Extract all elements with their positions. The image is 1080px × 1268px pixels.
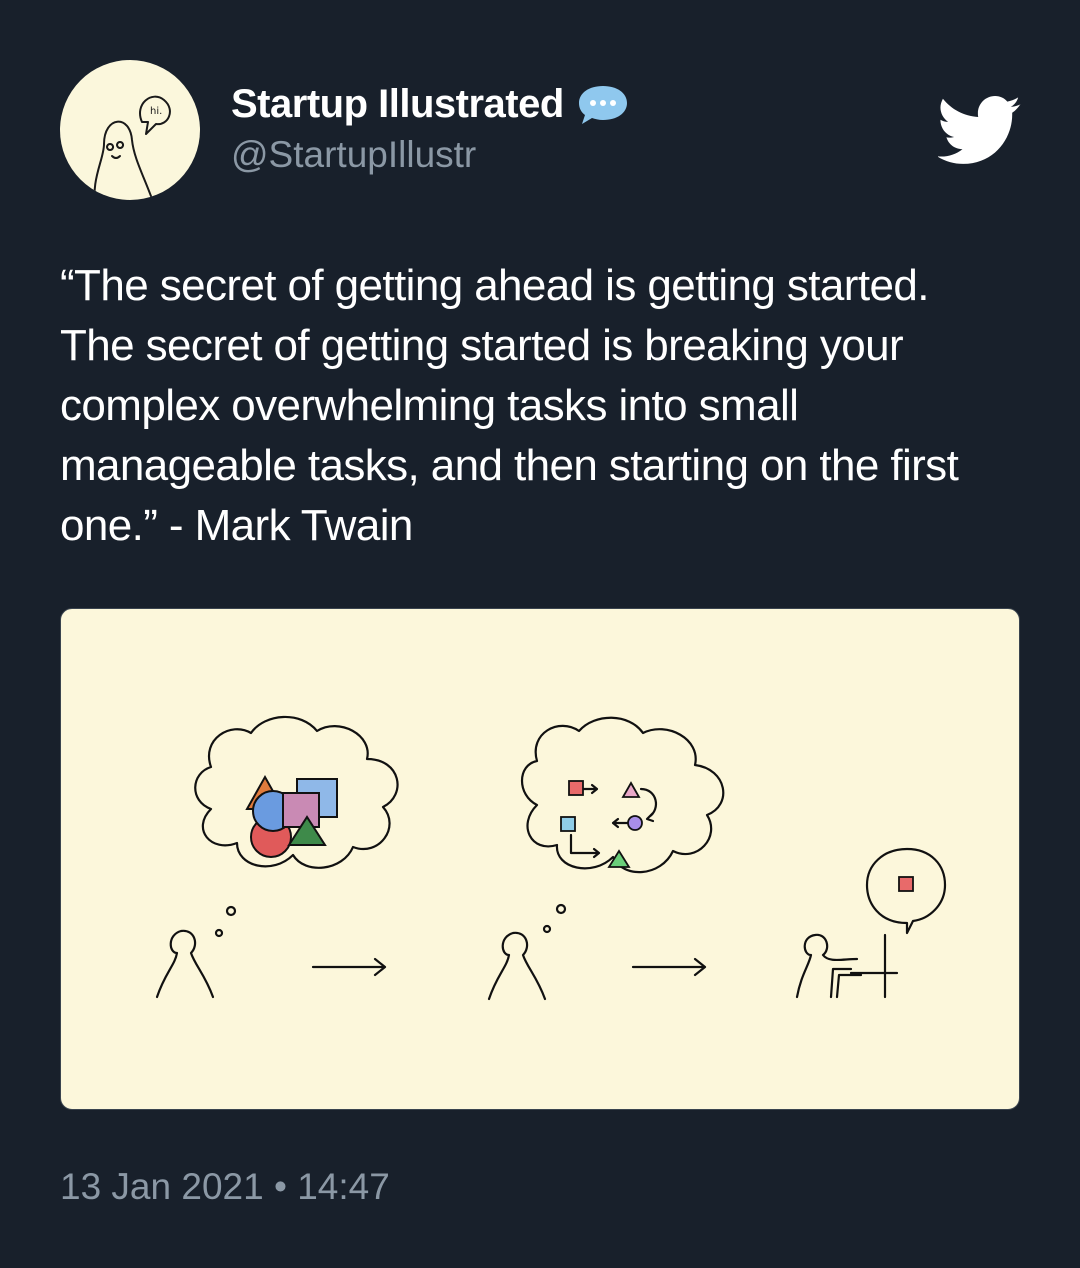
- illustration: [155, 715, 947, 1001]
- timestamp-separator: •: [273, 1166, 287, 1207]
- author-name-row: Startup Illustrated: [231, 80, 630, 128]
- red-square-shape: [568, 780, 584, 796]
- author-avatar[interactable]: hi.: [60, 60, 200, 200]
- tweet-timestamp[interactable]: 13 Jan 2021 • 14:47: [60, 1166, 390, 1208]
- avatar-illustration: hi.: [93, 95, 171, 200]
- author-handle[interactable]: @StartupIllustr: [231, 134, 476, 176]
- person-at-desk: [795, 933, 899, 999]
- arrow: [311, 957, 387, 977]
- author-display-name[interactable]: Startup Illustrated: [231, 82, 564, 127]
- tweet-time: 14:47: [297, 1166, 390, 1207]
- person: [487, 931, 547, 1001]
- blue-square-shape: [560, 816, 576, 832]
- thought-cloud: [521, 716, 725, 874]
- purple-circle-shape: [627, 815, 643, 831]
- red-square-shape: [898, 876, 914, 892]
- avatar-speech-text: hi.: [150, 106, 162, 117]
- arrow: [631, 957, 707, 977]
- tweet-media-image[interactable]: [60, 608, 1020, 1110]
- tweet-text: “The secret of getting ahead is getting …: [60, 261, 959, 550]
- twitter-bird-icon[interactable]: [938, 96, 1022, 166]
- pink-square-shape: [282, 792, 320, 828]
- person: [155, 929, 215, 999]
- speech-bubble-dots-icon: [576, 82, 630, 126]
- tweet-date: 13 Jan 2021: [60, 1166, 264, 1207]
- pink-triangle-shape: [621, 781, 641, 798]
